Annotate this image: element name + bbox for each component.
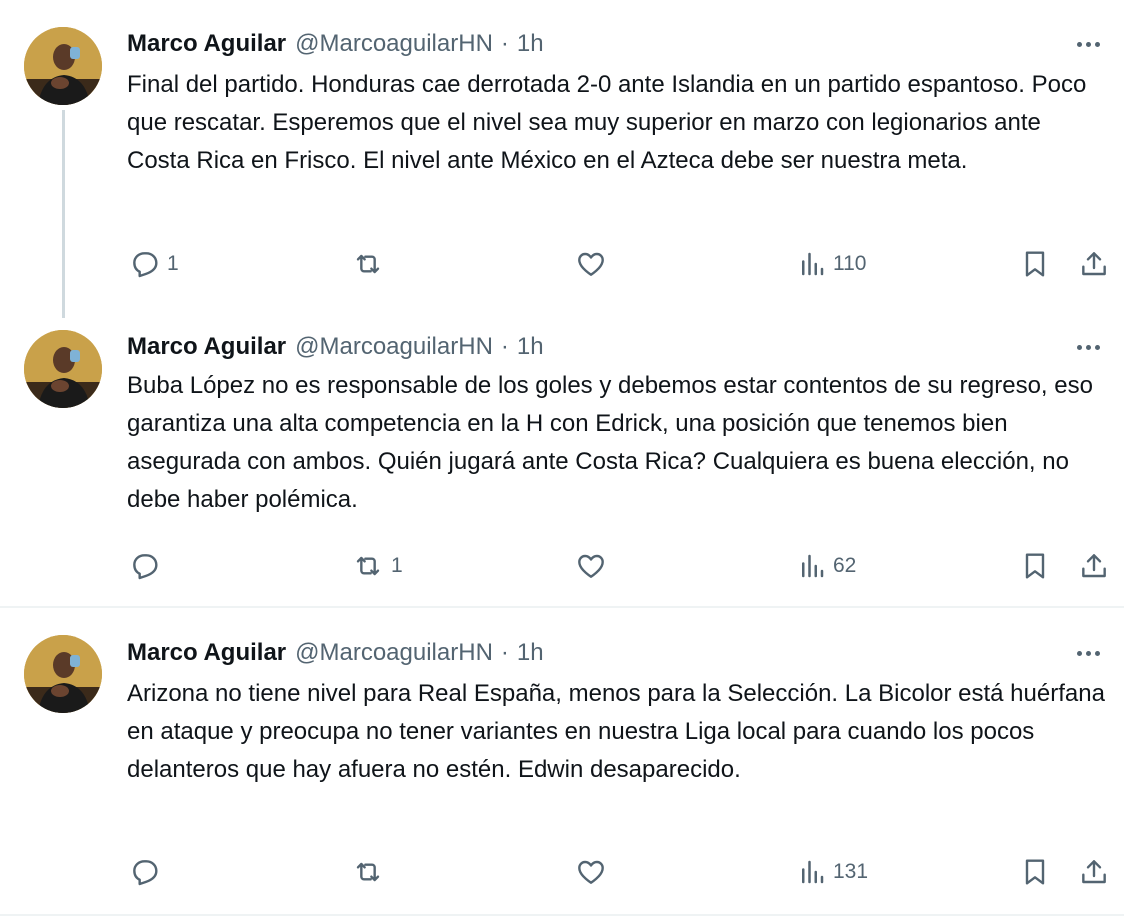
- views-button[interactable]: 110: [797, 248, 866, 280]
- reply-button[interactable]: [129, 856, 167, 888]
- separator-dot: ·: [500, 639, 509, 666]
- more-icon: [1076, 650, 1082, 656]
- author-handle[interactable]: @MarcoaguilarHN: [295, 333, 493, 361]
- tweet-divider: [0, 914, 1124, 916]
- reply-icon: [133, 252, 158, 278]
- reply-icon: [133, 860, 158, 886]
- share-button[interactable]: [1078, 550, 1110, 582]
- reply-button[interactable]: 1: [129, 248, 179, 280]
- repost-button[interactable]: 1: [351, 550, 403, 582]
- author-name[interactable]: Marco Aguilar: [127, 639, 286, 667]
- tweet-2[interactable]: Marco Aguilar @MarcoaguilarHN · 1h Buba …: [0, 303, 1124, 606]
- like-button[interactable]: [574, 248, 614, 280]
- timestamp[interactable]: 1h: [517, 30, 544, 58]
- avatar[interactable]: [24, 27, 102, 105]
- tweet-text: Final del partido. Honduras cae derrotad…: [127, 71, 1087, 174]
- bookmark-button[interactable]: [1019, 550, 1051, 582]
- views-count: 110: [833, 252, 867, 275]
- author-handle[interactable]: @MarcoaguilarHN: [295, 30, 493, 58]
- more-options-button[interactable]: [1070, 33, 1106, 55]
- like-button[interactable]: [574, 550, 614, 582]
- views-button[interactable]: 131: [797, 856, 868, 888]
- like-icon: [578, 252, 604, 276]
- author-name[interactable]: Marco Aguilar: [127, 30, 286, 58]
- share-icon: [1082, 252, 1106, 276]
- tweet-text: Buba López no es responsable de los gole…: [127, 372, 1093, 513]
- more-options-button[interactable]: [1070, 336, 1106, 358]
- repost-icon: [356, 254, 380, 274]
- more-icon: [1076, 344, 1082, 350]
- views-icon: [802, 554, 824, 578]
- reply-button[interactable]: [129, 550, 167, 582]
- views-icon: [802, 252, 824, 276]
- share-button[interactable]: [1078, 856, 1110, 888]
- tweet-text: Arizona no tiene nivel para Real España,…: [127, 680, 1105, 783]
- bookmark-button[interactable]: [1019, 248, 1051, 280]
- views-icon: [802, 860, 824, 884]
- tweet-header: Marco Aguilar @MarcoaguilarHN · 1h: [127, 639, 544, 667]
- timestamp[interactable]: 1h: [517, 333, 544, 361]
- repost-icon: [356, 862, 380, 882]
- tweet-actions: 1 110: [0, 244, 1124, 284]
- share-icon: [1082, 554, 1106, 578]
- views-button[interactable]: 62: [797, 550, 856, 582]
- tweet-1[interactable]: Marco Aguilar @MarcoaguilarHN · 1h Final…: [0, 0, 1124, 305]
- bookmark-icon: [1025, 859, 1045, 885]
- bookmark-icon: [1025, 553, 1045, 579]
- timestamp[interactable]: 1h: [517, 639, 544, 667]
- tweet-3[interactable]: Marco Aguilar @MarcoaguilarHN · 1h Arizo…: [0, 610, 1124, 915]
- tweet-actions: 131: [0, 854, 1124, 894]
- bookmark-button[interactable]: [1019, 856, 1051, 888]
- author-name[interactable]: Marco Aguilar: [127, 333, 286, 361]
- avatar[interactable]: [24, 635, 102, 713]
- like-button[interactable]: [574, 856, 614, 888]
- more-options-button[interactable]: [1070, 642, 1106, 664]
- tweet-actions: 1 62: [0, 548, 1124, 588]
- repost-button[interactable]: [351, 856, 391, 888]
- reply-count: 1: [167, 252, 179, 275]
- share-button[interactable]: [1078, 248, 1110, 280]
- avatar-image: [24, 635, 102, 713]
- views-count: 62: [833, 554, 857, 577]
- like-icon: [578, 860, 604, 884]
- avatar[interactable]: [24, 330, 102, 408]
- like-icon: [578, 554, 604, 578]
- avatar-image: [24, 330, 102, 408]
- views-count: 131: [833, 860, 869, 883]
- tweet-header: Marco Aguilar @MarcoaguilarHN · 1h: [127, 30, 544, 58]
- repost-button[interactable]: [351, 248, 391, 280]
- separator-dot: ·: [500, 30, 509, 57]
- bookmark-icon: [1025, 251, 1045, 277]
- share-icon: [1082, 860, 1106, 884]
- author-handle[interactable]: @MarcoaguilarHN: [295, 639, 493, 667]
- avatar-image: [24, 27, 102, 105]
- repost-count: 1: [391, 554, 403, 577]
- repost-icon: [356, 556, 380, 576]
- separator-dot: ·: [500, 333, 509, 360]
- tweet-header: Marco Aguilar @MarcoaguilarHN · 1h: [127, 333, 544, 361]
- reply-icon: [133, 554, 158, 580]
- more-icon: [1076, 41, 1082, 47]
- tweet-divider: [0, 606, 1124, 608]
